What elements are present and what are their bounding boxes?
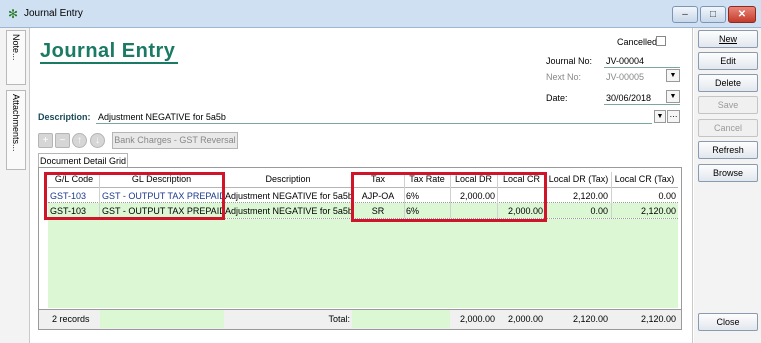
total-local-cr-tax: 2,120.00 xyxy=(640,314,676,324)
browse-button[interactable]: Browse xyxy=(698,164,758,182)
description-dropdown-icon[interactable]: ▼ xyxy=(654,110,666,123)
attachments-tab[interactable]: Attachments... xyxy=(6,90,26,170)
next-no-field: JV-00005 xyxy=(606,72,645,82)
column-header-local-cr-tax[interactable]: Local CR (Tax) xyxy=(612,174,677,187)
column-header-description[interactable]: Description xyxy=(225,174,351,187)
highlight-box-tax xyxy=(351,172,547,222)
bank-charges-button[interactable]: Bank Charges - GST Reversal xyxy=(112,132,238,149)
cancelled-label: Cancelled xyxy=(617,37,658,47)
close-button[interactable]: Close xyxy=(698,313,758,331)
cancel-button[interactable]: Cancel xyxy=(698,119,758,137)
next-no-label: Next No: xyxy=(546,72,582,82)
description-underline xyxy=(96,123,652,124)
add-row-icon[interactable]: + xyxy=(38,133,53,148)
table-cell[interactable]: 0.00 xyxy=(612,189,676,203)
table-cell[interactable]: Adjustment NEGATIVE for 5a5b xyxy=(225,204,351,218)
highlight-box-gl xyxy=(44,172,225,220)
window-title: Journal Entry xyxy=(24,8,83,19)
date-field[interactable]: 30/06/2018 xyxy=(606,93,651,103)
records-count: 2 records xyxy=(52,314,90,324)
footer-summary-area xyxy=(100,310,224,328)
total-local-dr-tax: 2,120.00 xyxy=(572,314,608,324)
title-bar xyxy=(0,0,761,28)
remove-row-icon[interactable]: − xyxy=(55,133,70,148)
journal-no-underline xyxy=(604,67,680,68)
save-button[interactable]: Save xyxy=(698,96,758,114)
footer-summary-area xyxy=(352,310,450,328)
total-local-cr: 2,000.00 xyxy=(507,314,543,324)
title-underline xyxy=(40,62,178,64)
date-dropdown-icon[interactable]: ▼ xyxy=(666,90,680,103)
journal-no-field[interactable]: JV-00004 xyxy=(606,56,644,66)
edit-button[interactable]: Edit xyxy=(698,52,758,70)
date-label: Date: xyxy=(546,93,568,103)
column-header-local-dr-tax[interactable]: Local DR (Tax) xyxy=(547,174,610,187)
move-up-icon[interactable]: ↑ xyxy=(72,133,87,148)
move-down-icon[interactable]: ↓ xyxy=(90,133,105,148)
total-local-dr: 2,000.00 xyxy=(459,314,495,324)
table-cell[interactable]: Adjustment NEGATIVE for 5a5b xyxy=(225,189,351,203)
minimize-button[interactable]: – xyxy=(672,6,698,23)
close-window-button[interactable]: ✕ xyxy=(728,6,756,23)
tab-document-detail-grid[interactable]: Document Detail Grid xyxy=(38,153,128,168)
refresh-button[interactable]: Refresh xyxy=(698,141,758,159)
grid-empty-area xyxy=(48,219,678,308)
journal-no-label: Journal No: xyxy=(546,56,593,66)
cancelled-checkbox[interactable] xyxy=(656,36,666,46)
maximize-button[interactable]: □ xyxy=(700,6,726,23)
app-icon: ✻ xyxy=(7,7,19,21)
description-field[interactable]: Adjustment NEGATIVE for 5a5b xyxy=(98,112,226,122)
total-label: Total: xyxy=(328,314,350,324)
note-tab[interactable]: Note... xyxy=(6,30,26,85)
table-cell[interactable]: 0.00 xyxy=(547,204,608,218)
table-cell[interactable]: 2,120.00 xyxy=(612,204,676,218)
description-label: Description: xyxy=(38,112,91,122)
delete-button[interactable]: Delete xyxy=(698,74,758,92)
description-more-icon[interactable]: ⋯ xyxy=(667,110,680,123)
page-title: Journal Entry xyxy=(40,40,176,62)
new-button[interactable]: New xyxy=(698,30,758,48)
next-no-dropdown-icon[interactable]: ▼ xyxy=(666,69,680,82)
date-underline xyxy=(604,104,680,105)
table-cell[interactable]: 2,120.00 xyxy=(547,189,608,203)
